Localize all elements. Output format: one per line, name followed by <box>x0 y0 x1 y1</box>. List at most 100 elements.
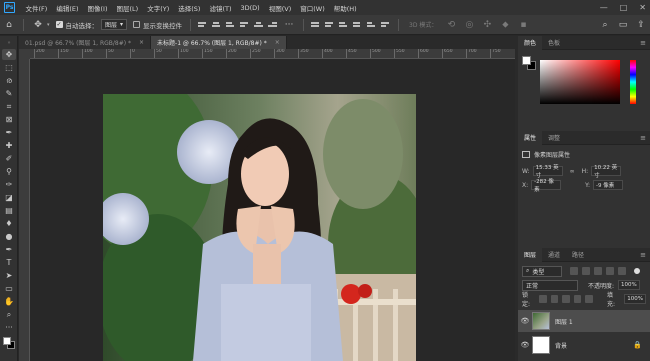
document-photo[interactable] <box>103 94 416 361</box>
fill-field[interactable]: 100% <box>624 294 646 304</box>
filter-type-icon[interactable] <box>594 267 602 275</box>
align-top-icon[interactable] <box>198 20 208 30</box>
tab-01-psd[interactable]: 01.psd @ 66.7% (图层 1, RGB/8#) * × <box>19 36 152 49</box>
menu-type[interactable]: 文字(Y) <box>143 3 174 13</box>
auto-select-checkbox[interactable]: ✓ <box>55 21 63 28</box>
width-field[interactable]: 15.33 英寸 <box>532 165 563 179</box>
3d-scale-icon[interactable]: ▪ <box>516 18 530 32</box>
brush-tool[interactable]: ✐ <box>2 153 16 164</box>
gradient-tool[interactable]: ▤ <box>2 205 16 216</box>
foreground-color-swatch[interactable] <box>522 56 531 65</box>
link-icon[interactable]: ∞ <box>570 168 575 175</box>
horizontal-ruler[interactable]: 200 150 100 50 0 50 100 150 200 250 300 350 400 450 50… <box>30 49 515 59</box>
layer-row-background[interactable]: 👁 背景 🔒 <box>518 334 650 356</box>
panel-menu-icon[interactable]: ≡ <box>640 39 646 47</box>
healing-brush-tool[interactable]: ✚ <box>2 140 16 151</box>
canvas-area[interactable] <box>31 60 515 361</box>
tab-channels[interactable]: 通道 <box>542 248 566 262</box>
hand-tool[interactable]: ✋ <box>2 296 16 307</box>
distribute-left-icon[interactable] <box>353 20 363 30</box>
3d-slide-icon[interactable]: ⬥ <box>498 18 512 32</box>
x-field[interactable]: -282 像素 <box>531 179 562 193</box>
menu-select[interactable]: 选择(S) <box>174 3 205 13</box>
ruler-corner[interactable] <box>19 49 30 59</box>
minimize-icon[interactable]: — <box>600 3 608 12</box>
hue-slider[interactable] <box>630 60 636 104</box>
lock-artboard-icon[interactable] <box>573 295 582 303</box>
tab-untitled-1[interactable]: 未标题-1 @ 66.7% (图层 1, RGB/8#) * × <box>151 36 287 49</box>
align-hcenter-icon[interactable] <box>254 20 264 30</box>
crop-tool[interactable]: ⌗ <box>2 101 16 112</box>
menu-image[interactable]: 图像(I) <box>83 3 112 13</box>
distribute-top-icon[interactable] <box>311 20 321 30</box>
menu-help[interactable]: 帮助(H) <box>329 3 361 13</box>
3d-pan-icon[interactable]: ✣ <box>480 18 494 32</box>
close-icon[interactable]: ✕ <box>639 3 646 12</box>
filter-adjustment-icon[interactable] <box>582 267 590 275</box>
filter-shape-icon[interactable] <box>606 267 614 275</box>
align-right-icon[interactable] <box>268 20 278 30</box>
distribute-vcenter-icon[interactable] <box>325 20 335 30</box>
workspace-icon[interactable]: ▭ <box>616 18 630 32</box>
type-tool[interactable]: T <box>2 257 16 268</box>
menu-edit[interactable]: 编辑(E) <box>52 3 83 13</box>
menu-view[interactable]: 视图(V) <box>264 3 296 13</box>
tab-properties[interactable]: 属性 <box>518 130 543 145</box>
align-left-icon[interactable] <box>240 20 250 30</box>
eraser-tool[interactable]: ◪ <box>2 192 16 203</box>
layer-row-layer-1[interactable]: 👁 图层 1 <box>518 310 650 332</box>
panel-menu-icon[interactable]: ≡ <box>640 134 646 142</box>
filter-smart-object-icon[interactable] <box>618 267 626 275</box>
frame-tool[interactable]: ⊠ <box>2 114 16 125</box>
marquee-tool[interactable]: ⬚ <box>2 62 16 73</box>
auto-select-dropdown[interactable]: 图层 ▾ <box>101 19 128 30</box>
opacity-field[interactable]: 100% <box>618 280 641 290</box>
y-field[interactable]: -9 像素 <box>593 180 624 190</box>
share-icon[interactable]: ⇪ <box>634 18 648 32</box>
lock-all-icon[interactable] <box>585 295 593 303</box>
color-picker-field[interactable] <box>540 60 620 104</box>
close-icon[interactable]: × <box>139 39 144 46</box>
tab-paths[interactable]: 路径 <box>566 248 590 262</box>
path-selection-tool[interactable]: ➤ <box>2 270 16 281</box>
move-tool-icon[interactable]: ✥ <box>31 18 45 32</box>
tab-color[interactable]: 颜色 <box>518 35 543 50</box>
vertical-ruler[interactable] <box>19 59 30 361</box>
tab-adjustments[interactable]: 调整 <box>542 131 566 145</box>
visibility-eye-icon[interactable]: 👁 <box>518 317 532 325</box>
history-brush-tool[interactable]: ✑ <box>2 179 16 190</box>
align-vcenter-icon[interactable] <box>212 20 222 30</box>
eyedropper-tool[interactable]: ✒ <box>2 127 16 138</box>
tab-layers[interactable]: 图层 <box>518 247 543 262</box>
pen-tool[interactable]: ✒ <box>2 244 16 255</box>
chevron-down-icon[interactable]: ▾ <box>47 22 50 28</box>
zoom-tool[interactable]: ⌕ <box>2 309 16 320</box>
tab-swatches[interactable]: 色板 <box>542 36 566 50</box>
menu-layer[interactable]: 图层(L) <box>112 3 143 13</box>
quick-select-tool[interactable]: ✎ <box>2 88 16 99</box>
collapse-icon[interactable]: » <box>2 38 16 49</box>
search-icon[interactable]: ⌕ <box>598 18 612 32</box>
edit-toolbar[interactable]: ··· <box>2 322 16 333</box>
menu-file[interactable]: 文件(F) <box>21 3 52 13</box>
distribute-bottom-icon[interactable] <box>339 20 349 30</box>
menu-filter[interactable]: 滤镜(T) <box>205 3 236 13</box>
3d-roll-icon[interactable]: ◎ <box>462 18 476 32</box>
blur-tool[interactable]: ♦ <box>2 218 16 229</box>
lasso-tool[interactable]: ര <box>2 75 16 86</box>
move-tool[interactable]: ✥ <box>2 49 16 60</box>
align-bottom-icon[interactable] <box>226 20 236 30</box>
blend-mode-dropdown[interactable]: 正常 <box>522 279 578 291</box>
distribute-right-icon[interactable] <box>381 20 391 30</box>
clone-stamp-tool[interactable]: ⚲ <box>2 166 16 177</box>
filter-toggle-icon[interactable] <box>634 268 640 274</box>
shape-tool[interactable]: ▭ <box>2 283 16 294</box>
show-transform-checkbox[interactable] <box>133 21 141 28</box>
color-swatches-tool[interactable] <box>2 336 16 349</box>
distribute-hcenter-icon[interactable] <box>367 20 377 30</box>
layer-filter-dropdown[interactable]: ⌕ 类型 <box>522 265 562 277</box>
maximize-icon[interactable]: □ <box>620 3 628 12</box>
home-icon[interactable]: ⌂ <box>2 18 16 32</box>
dodge-tool[interactable]: ● <box>2 231 16 242</box>
visibility-eye-icon[interactable]: 👁 <box>518 341 532 349</box>
